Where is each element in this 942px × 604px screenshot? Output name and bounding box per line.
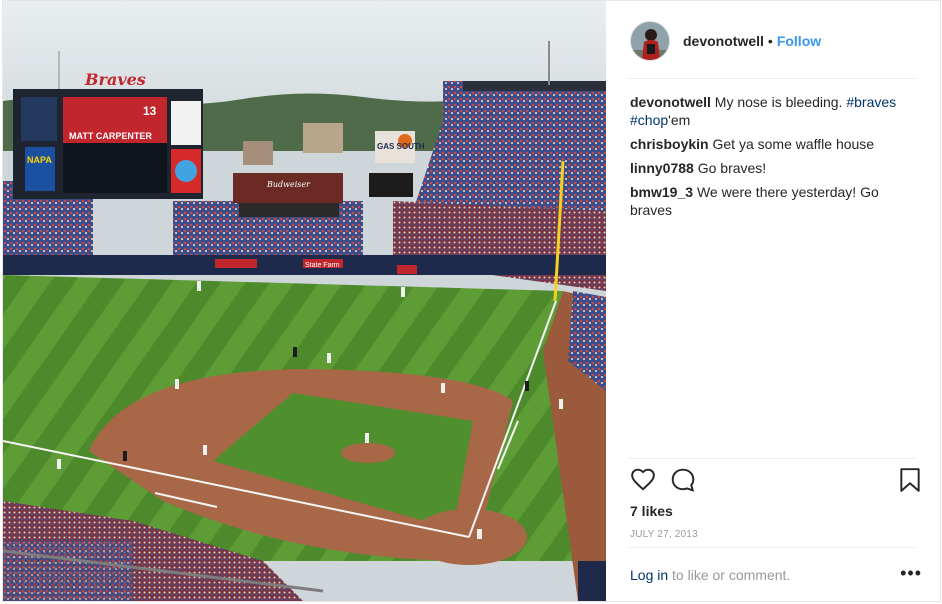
actions-divider: [628, 458, 916, 459]
hashtag-link[interactable]: #braves: [846, 94, 896, 110]
comment-text: Get ya some waffle house: [712, 136, 875, 152]
scoreboard-player: MATT CARPENTER: [69, 131, 152, 141]
comment-username[interactable]: linny0788: [630, 160, 694, 176]
heart-icon[interactable]: [630, 467, 656, 498]
budweiser-sign: Budweiser: [266, 180, 311, 189]
hashtag-link[interactable]: #chop: [630, 112, 668, 128]
comment-text: Go braves!: [697, 160, 767, 176]
scoreboard-number: 13: [143, 104, 157, 118]
likes-count[interactable]: 7 likes: [630, 503, 673, 519]
comment-text-suffix: 'em: [668, 112, 691, 128]
follow-button[interactable]: Follow: [777, 33, 821, 49]
more-icon[interactable]: •••: [900, 563, 922, 584]
napa-sign: NAPA: [27, 155, 52, 165]
avatar[interactable]: [630, 20, 670, 61]
state-farm-sign: State Farm: [305, 262, 340, 269]
footer-divider: [628, 547, 916, 548]
comment-icon[interactable]: [670, 467, 696, 498]
post-photo[interactable]: 13 MATT CARPENTER NAPA Braves GAS SOUTH …: [3, 1, 606, 601]
header-divider: [628, 78, 916, 79]
comment-caption: devonotwell My nose is bleeding. #braves…: [630, 93, 900, 129]
login-prompt: Log in to like or comment. •••: [630, 563, 922, 583]
avatar-image: [631, 21, 669, 60]
comment-item: chrisboykin Get ya some waffle house: [630, 135, 900, 153]
comment-item: linny0788 Go braves!: [630, 159, 900, 177]
braves-sign: Braves: [84, 70, 146, 89]
login-prompt-text: to like or comment.: [668, 567, 791, 583]
ballpark-photo: 13 MATT CARPENTER NAPA Braves GAS SOUTH …: [3, 1, 606, 601]
post-header: devonotwell • Follow: [606, 1, 940, 80]
gas-south-sign: GAS SOUTH: [377, 142, 425, 151]
bookmark-icon[interactable]: [898, 467, 922, 498]
username-link[interactable]: devonotwell: [683, 33, 764, 49]
instagram-post: 13 MATT CARPENTER NAPA Braves GAS SOUTH …: [2, 0, 941, 602]
comment-item: bmw19_3 We were there yesterday! Go brav…: [630, 183, 900, 219]
post-date[interactable]: JULY 27, 2013: [630, 529, 698, 540]
login-link[interactable]: Log in: [630, 567, 668, 583]
comments-list: devonotwell My nose is bleeding. #braves…: [630, 93, 900, 225]
comment-username[interactable]: bmw19_3: [630, 184, 693, 200]
comment-username[interactable]: devonotwell: [630, 94, 711, 110]
header-separator: •: [767, 32, 773, 49]
comment-username[interactable]: chrisboykin: [630, 136, 709, 152]
comment-text: My nose is bleeding.: [714, 94, 847, 110]
post-panel: devonotwell • Follow devonotwell My nose…: [606, 1, 940, 601]
action-bar: [630, 467, 922, 497]
